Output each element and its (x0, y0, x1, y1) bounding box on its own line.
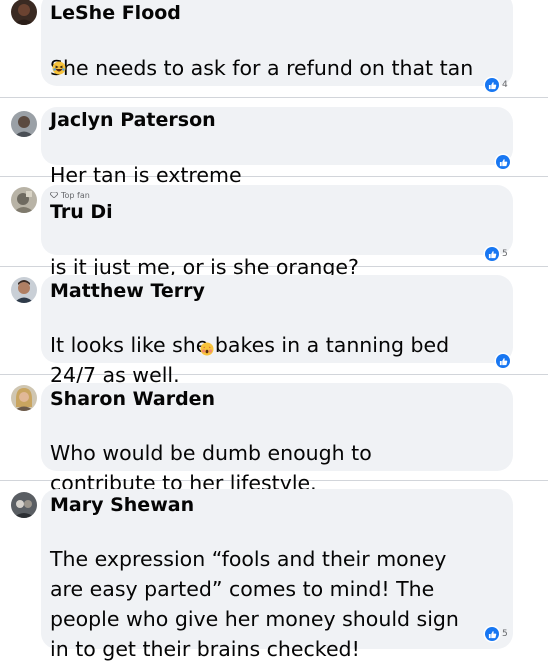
commenter-name[interactable]: Mary Shewan (50, 494, 194, 516)
comment-item: Mary Shewan The expression “fools and th… (0, 480, 548, 661)
comment-text: The expression “fools and their money ar… (50, 514, 515, 664)
like-icon (496, 354, 510, 368)
comment-item: LeShe Flood She needs to ask for a refun… (0, 0, 548, 97)
comment-bubble: LeShe Flood She needs to ask for a refun… (41, 0, 513, 86)
comment-text-body: The expression “fools and their money ar… (50, 547, 459, 661)
comment-item: Matthew Terry It looks like she bakes in… (0, 266, 548, 387)
avatar[interactable] (11, 111, 37, 137)
commenter-name[interactable]: Jaclyn Paterson (50, 109, 216, 131)
reaction-summary[interactable] (496, 354, 510, 368)
top-fan-label: Top fan (61, 191, 90, 200)
comment-bubble: Sharon Warden Who would be dumb enough t… (41, 383, 513, 495)
comment-bubble: Jaclyn Paterson Her tan is extreme (41, 107, 513, 187)
reaction-summary[interactable]: 5 (485, 627, 508, 641)
comment-bubble: Top fan Tru Di is it just me, or is she … (41, 185, 513, 279)
commenter-name[interactable]: LeShe Flood (50, 2, 181, 24)
commenter-name[interactable]: Sharon Warden (50, 388, 215, 410)
avatar[interactable] (11, 385, 37, 411)
avatar[interactable] (11, 492, 37, 518)
reaction-count: 5 (502, 249, 508, 259)
reaction-count: 5 (502, 629, 508, 639)
laughing-emoji-icon (52, 60, 66, 75)
commenter-name[interactable]: Matthew Terry (50, 280, 205, 302)
like-icon (485, 78, 499, 92)
comment-text-body: She needs to ask for a refund on that ta… (50, 56, 474, 80)
comment-item: Jaclyn Paterson Her tan is extreme (0, 97, 548, 187)
like-icon (485, 247, 499, 261)
reaction-summary[interactable]: 4 (485, 78, 508, 92)
avatar[interactable] (11, 0, 37, 25)
avatar[interactable] (11, 277, 37, 303)
comment-text: She needs to ask for a refund on that ta… (50, 23, 515, 83)
avatar[interactable] (11, 187, 37, 213)
reaction-summary[interactable]: 5 (485, 247, 508, 261)
commenter-name[interactable]: Tru Di (50, 201, 113, 223)
comment-item: Sharon Warden Who would be dumb enough t… (0, 374, 548, 495)
comment-bubble: Matthew Terry It looks like she bakes in… (41, 275, 513, 387)
comment-item: Top fan Tru Di is it just me, or is she … (0, 176, 548, 279)
like-icon (496, 155, 510, 169)
diamond-icon (49, 191, 59, 199)
top-fan-badge: Top fan (49, 191, 90, 200)
reaction-summary[interactable] (496, 155, 510, 169)
reaction-count: 4 (502, 80, 508, 90)
like-icon (485, 627, 499, 641)
astonished-emoji-icon (200, 341, 214, 356)
comment-bubble: Mary Shewan The expression “fools and th… (41, 489, 513, 661)
